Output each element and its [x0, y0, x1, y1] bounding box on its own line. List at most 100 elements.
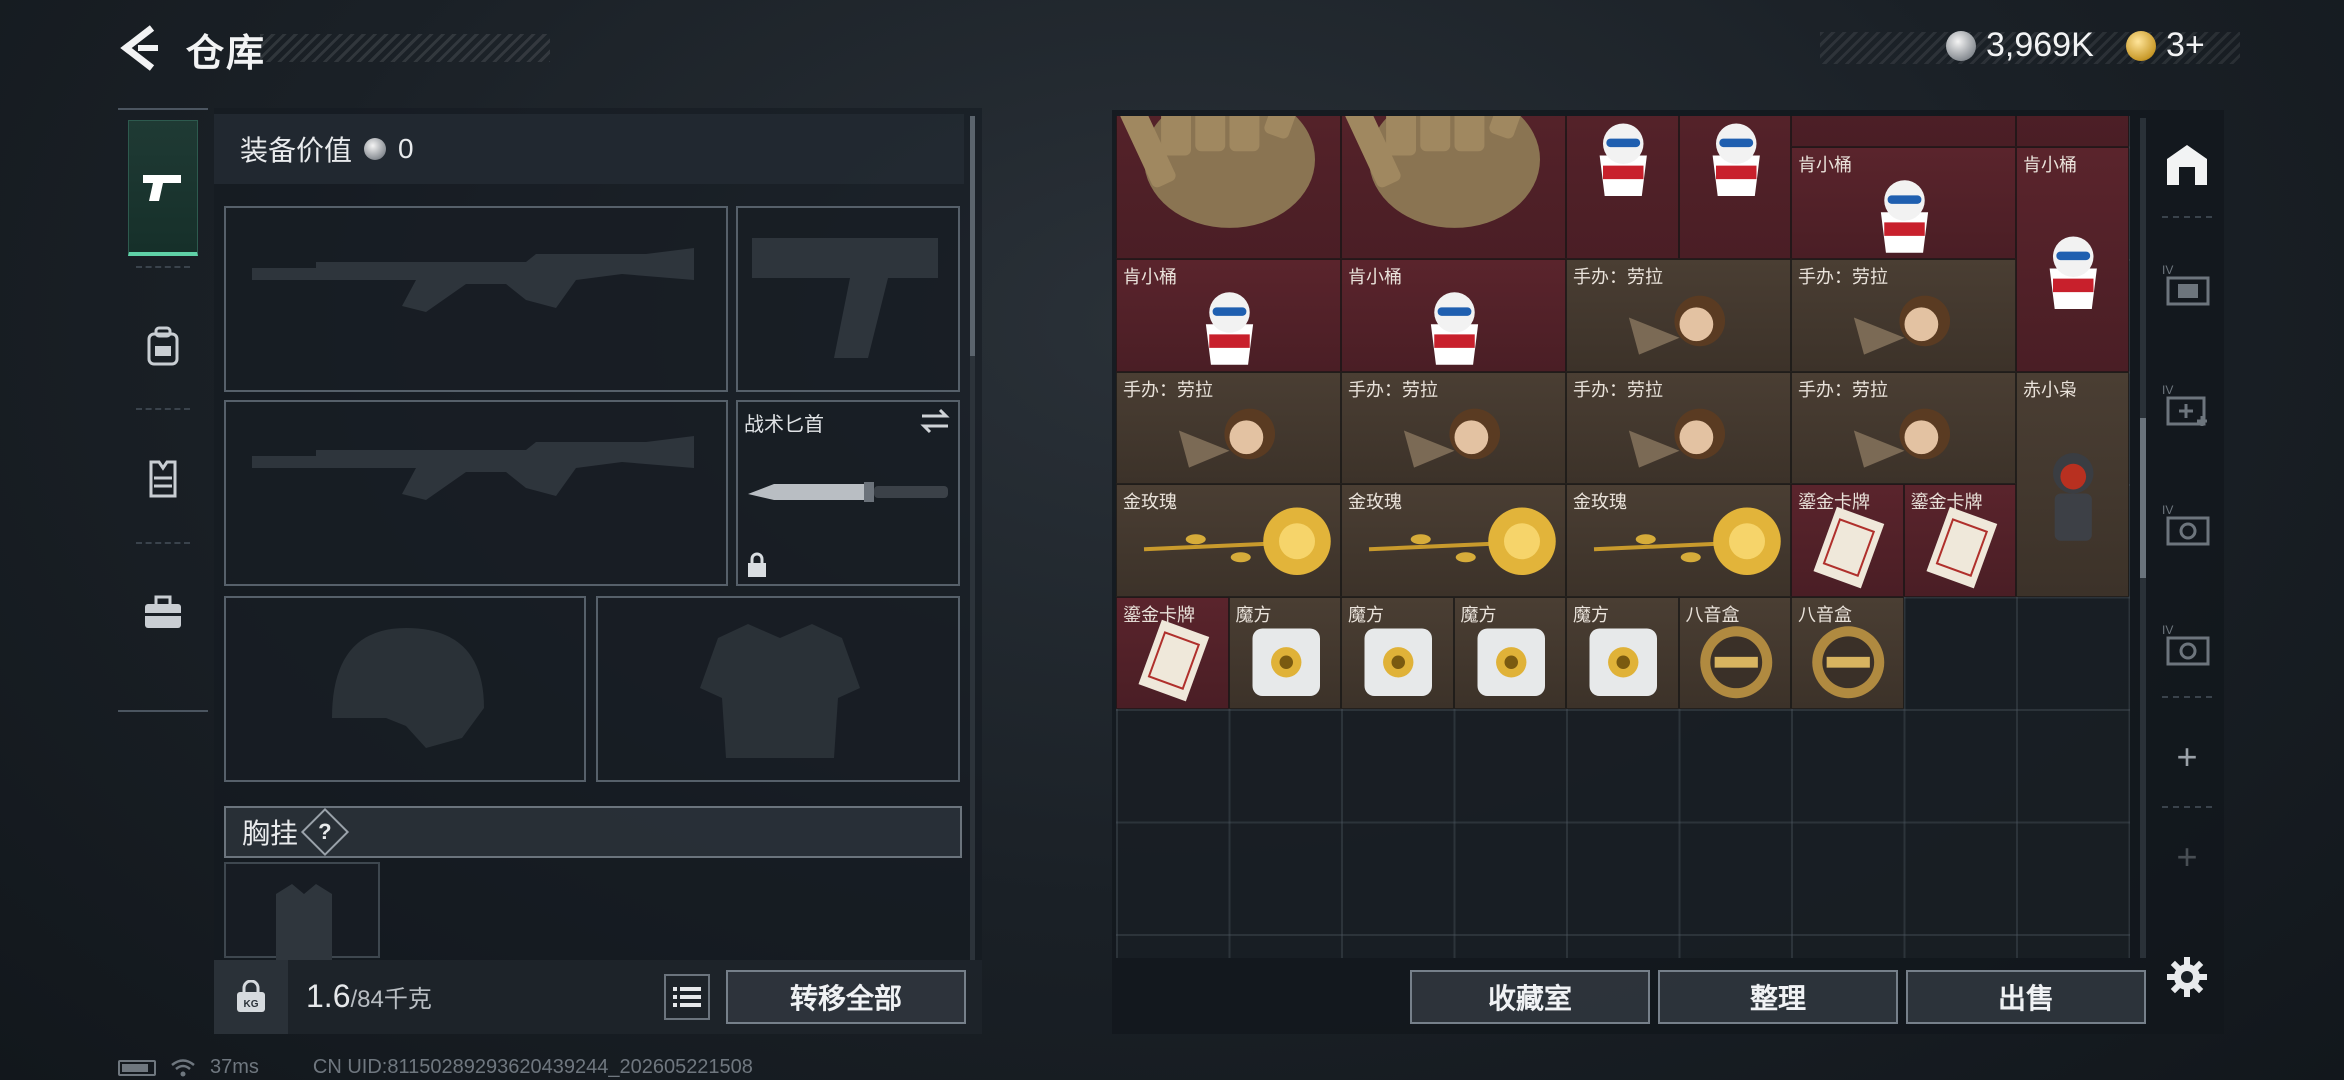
inventory-item[interactable]: 手办：劳拉 — [1566, 371, 1791, 484]
weight-lock-button[interactable]: KG — [214, 960, 288, 1034]
inventory-item[interactable]: 鎏金卡牌 — [1903, 484, 2016, 597]
inventory-item[interactable]: 金玫瑰 — [1341, 484, 1566, 597]
inventory-item-name: 八音盒 — [1685, 604, 1740, 625]
add-container-button-2[interactable]: + — [2152, 822, 2222, 892]
rifle-silhouette-icon — [252, 248, 694, 312]
rail-stash[interactable] — [2152, 130, 2222, 200]
helmet-silhouette-icon — [332, 628, 484, 748]
settings-button[interactable] — [2162, 952, 2212, 1002]
inventory-item[interactable]: 八音盒 — [1678, 596, 1791, 709]
equipment-scrollbar[interactable] — [970, 116, 975, 960]
inventory-item[interactable]: 八音盒 — [1791, 596, 1904, 709]
safe-icon: IV — [2162, 623, 2210, 666]
rail-container-3[interactable]: IV — [2152, 490, 2222, 560]
armor-slot[interactable] — [596, 596, 960, 782]
rail-container-2[interactable]: IV — [2152, 370, 2222, 440]
rail-container-1[interactable]: IV — [2152, 250, 2222, 320]
inventory-item[interactable]: 赤小枭 — [2016, 371, 2129, 597]
inventory-item-name: 鎏金卡牌 — [1910, 492, 1983, 512]
knife-slot-label: 战术匕首 — [744, 414, 824, 436]
pistol-silhouette-icon — [752, 238, 938, 358]
chest-rig-slot[interactable] — [224, 862, 380, 960]
inventory-item[interactable]: “六”级弹 — [1341, 116, 1566, 259]
inventory-item[interactable]: 肯小桶 — [2016, 146, 2129, 372]
inventory-item[interactable]: 肯小桶 — [1341, 259, 1566, 372]
inventory-item[interactable]: 手办：劳拉 — [1791, 371, 2016, 484]
svg-text:IV: IV — [2162, 623, 2173, 637]
medkit-icon: IV — [2162, 383, 2207, 426]
back-button[interactable] — [118, 24, 162, 72]
equipment-value: 0 — [398, 133, 414, 164]
swap-icon[interactable] — [920, 408, 950, 434]
inventory-item[interactable]: 手办：劳拉 — [1116, 371, 1341, 484]
primary-weapon-slot-2[interactable] — [224, 400, 728, 586]
inventory-item-name: 手办：劳拉 — [1798, 267, 1888, 287]
rail-container-4[interactable]: IV — [2152, 610, 2222, 680]
tab-backpack[interactable] — [128, 278, 198, 414]
lock-icon — [748, 552, 766, 577]
page-title: 仓库 — [186, 33, 267, 75]
hand-gesture-icon — [1120, 116, 1318, 228]
weight-readout: 1.6/84千克 — [306, 978, 432, 1015]
organize-button[interactable]: 整理 — [1658, 970, 1898, 1024]
inventory-item[interactable] — [2016, 116, 2129, 147]
inventory-item[interactable]: 鎏金卡牌 — [1791, 484, 1904, 597]
transfer-all-button[interactable]: 转移全部 — [726, 970, 966, 1024]
inventory-item-name: 魔方 — [1460, 604, 1497, 625]
chest-rig-silhouette-icon — [276, 884, 332, 960]
currency-silver: 3,969K — [1946, 26, 2094, 65]
back-arrow-icon — [120, 25, 158, 71]
inventory-item[interactable]: 肯小桶 — [1116, 259, 1341, 372]
collection-button[interactable]: 收藏室 — [1410, 970, 1650, 1024]
primary-weapon-slot[interactable] — [224, 206, 728, 392]
currency-gold-value: 3+ — [2166, 26, 2205, 64]
inventory-item[interactable]: 魔方 — [1341, 596, 1454, 709]
weight-current: 1.6 — [306, 978, 351, 1014]
hand-gesture-icon — [1345, 116, 1543, 228]
svg-text:IV: IV — [2162, 383, 2173, 397]
equipment-value-bar: 装备价值 0 — [214, 114, 964, 184]
helmet-slot[interactable] — [224, 596, 586, 782]
inventory-item[interactable]: 金玫瑰 — [1116, 484, 1341, 597]
inventory-item-name: 魔方 — [1348, 604, 1384, 625]
inventory-item-name: 手办：劳拉 — [1573, 379, 1663, 400]
vest-icon — [149, 460, 177, 498]
inventory-scrollbar[interactable] — [2140, 118, 2146, 958]
inventory-item[interactable]: 肯小桶 — [1791, 146, 2016, 259]
inventory-item[interactable]: 鎏金卡牌 — [1116, 596, 1229, 709]
help-icon[interactable]: ? — [300, 807, 350, 857]
add-container-button[interactable]: + — [2152, 722, 2222, 792]
inventory-item-name: 金玫瑰 — [1573, 492, 1627, 512]
sell-button[interactable]: 出售 — [1906, 970, 2146, 1024]
user-uid: CN UID:81150289293620439244_202605221508 — [312, 1056, 753, 1078]
kfc-bucket-icon — [1712, 123, 1760, 196]
inventory-item[interactable]: “六”级弹 — [1116, 116, 1341, 259]
inventory-item[interactable]: 手办：劳拉 — [1791, 259, 2016, 372]
battery-icon — [118, 1059, 156, 1076]
gold-coin-icon — [2126, 30, 2156, 61]
inventory-item[interactable]: 金玫瑰 — [1566, 484, 1791, 597]
tab-briefcase[interactable] — [128, 544, 198, 680]
secondary-weapon-slot[interactable] — [736, 206, 960, 392]
ping-value: 37ms — [210, 1056, 259, 1078]
list-view-button[interactable] — [664, 974, 710, 1020]
inventory-item[interactable]: 魔方 — [1566, 596, 1679, 709]
tab-weapons[interactable] — [128, 120, 198, 256]
inventory-item[interactable]: 手办：劳拉 — [1341, 371, 1566, 484]
inventory-item-name: 魔方 — [1573, 604, 1609, 625]
gear-icon — [2167, 957, 2207, 997]
inventory-item[interactable]: 肯小桶 — [1566, 116, 1679, 259]
inventory-item[interactable]: 魔方 — [1453, 596, 1566, 709]
title-decoration — [260, 34, 550, 62]
inventory-item[interactable]: 魔方 — [1228, 596, 1341, 709]
inventory-item[interactable]: 肯小桶 — [1678, 116, 1791, 259]
knife-slot[interactable]: 战术匕首 — [736, 400, 960, 586]
kfc-bucket-icon — [1599, 123, 1647, 196]
rifle-silhouette-icon — [252, 436, 694, 500]
currency-gold[interactable]: 3+ — [2126, 26, 2205, 65]
inventory-item[interactable] — [1791, 116, 2016, 147]
silver-coin-icon — [1946, 30, 1976, 61]
tab-vest[interactable] — [128, 410, 198, 546]
inventory-item[interactable]: 手办：劳拉 — [1566, 259, 1791, 372]
plus-icon: + — [2176, 836, 2198, 877]
